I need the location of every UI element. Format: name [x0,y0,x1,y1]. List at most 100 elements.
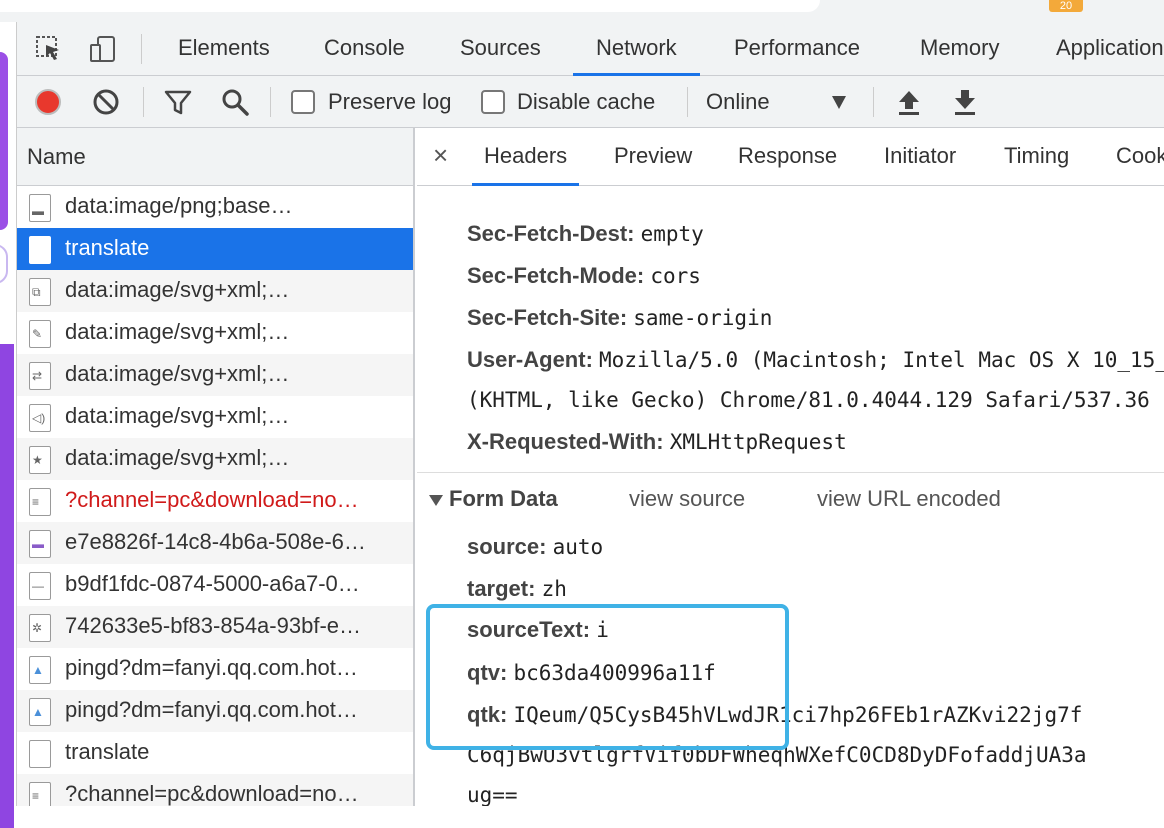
request-details-panel: × Headers Preview Response Initiator Tim… [417,128,1164,806]
speaker-icon: ◁) [29,404,51,432]
device-toolbar-icon[interactable] [89,35,117,63]
inspect-element-icon[interactable] [35,35,63,63]
form-field-value: i [596,618,609,642]
search-icon[interactable] [220,87,250,117]
clear-icon[interactable] [91,87,121,117]
request-row[interactable]: ▬ data:image/png;base… [17,186,413,228]
request-row[interactable]: ✎ data:image/svg+xml;… [17,312,413,354]
header-row: User-Agent: Mozilla/5.0 (Macintosh; Inte… [467,345,1164,375]
picture-icon: ▲ [29,698,51,726]
header-value: same-origin [633,306,773,330]
page-purple-panel [0,344,14,828]
header-value: empty [640,222,704,246]
header-row: X-Requested-With: XMLHttpRequest [467,427,847,457]
throttling-select[interactable]: Online [706,88,770,116]
request-row[interactable]: ▲ pingd?dm=fanyi.qq.com.hot… [17,690,413,732]
name-column-header[interactable]: Name [17,128,413,186]
request-row[interactable]: ≡ ?channel=pc&download=no… [17,774,413,806]
request-row[interactable]: — b9df1fdc-0874-5000-a6a7-0… [17,564,413,606]
details-tabbar: × Headers Preview Response Initiator Tim… [417,128,1164,186]
form-field-key: qtk: [467,702,508,727]
request-name: data:image/svg+xml;… [65,445,290,470]
devtools-main-tabbar: Elements Console Sources Network Perform… [17,22,1164,76]
form-field-value: bc63da400996a11f [513,661,716,685]
toolbar-separator [873,87,874,117]
page-purple-bar [0,52,8,230]
star-icon: ★ [29,446,51,474]
request-name: 742633e5-bf83-854a-93bf-e… [65,613,362,638]
record-icon[interactable] [33,87,63,117]
document-lines-icon: ≡ [29,488,51,516]
disable-cache-label[interactable]: Disable cache [517,88,655,116]
request-row[interactable]: ✲ 742633e5-bf83-854a-93bf-e… [17,606,413,648]
export-har-icon[interactable] [950,87,980,117]
toolbar-separator [687,87,688,117]
filter-icon[interactable] [163,87,193,117]
page-round-button[interactable] [0,244,8,284]
tab-headers[interactable]: Headers [472,128,580,186]
tab-memory[interactable]: Memory [920,22,999,76]
form-field-value-continuation: ug== [467,783,518,806]
header-value: XMLHttpRequest [669,430,847,454]
devtools-panel: Elements Console Sources Network Perform… [16,22,1164,806]
network-toolbar: Preserve log Disable cache Online [17,76,1164,128]
request-name: ?channel=pc&download=no… [65,487,359,512]
close-icon[interactable]: × [433,140,448,170]
request-row-error[interactable]: ≡ ?channel=pc&download=no… [17,480,413,522]
form-field-continuation: ug== [467,780,518,806]
tab-elements[interactable]: Elements [178,22,270,76]
toolbar-separator [270,87,271,117]
header-key: User-Agent: [467,347,593,372]
chevron-down-icon[interactable] [832,96,846,109]
preserve-log-checkbox[interactable] [291,90,315,114]
section-divider [417,472,1164,473]
image-icon: ▬ [29,530,51,558]
document-icon [29,740,51,768]
request-row[interactable]: ◁) data:image/svg+xml;… [17,396,413,438]
tab-initiator[interactable]: Initiator [884,128,956,186]
tab-sources[interactable]: Sources [460,22,541,76]
form-field-row: target: zh [467,574,567,604]
request-row-selected[interactable]: translate [17,228,413,270]
request-name: data:image/svg+xml;… [65,319,290,344]
header-row: Sec-Fetch-Site: same-origin [467,303,772,333]
request-row[interactable]: ▬ e7e8826f-14c8-4b6a-508e-6… [17,522,413,564]
header-row-continuation: (KHTML, like Gecko) Chrome/81.0.4044.129… [467,385,1150,415]
tab-cookies[interactable]: Cookies [1116,128,1164,186]
preserve-log-label[interactable]: Preserve log [328,88,452,116]
tab-performance[interactable]: Performance [734,22,860,76]
swap-icon: ⇄ [29,362,51,390]
tab-preview[interactable]: Preview [614,128,692,186]
request-name: translate [65,235,150,260]
request-list: ▬ data:image/png;base… translate ⧉ data:… [17,186,413,806]
document-icon [29,236,51,264]
form-field-key: source: [467,534,547,559]
header-row: Sec-Fetch-Mode: cors [467,261,701,291]
request-row[interactable]: ⧉ data:image/svg+xml;… [17,270,413,312]
tab-network[interactable]: Network [573,22,700,76]
request-name: data:image/svg+xml;… [65,277,290,302]
request-row[interactable]: translate [17,732,413,774]
triangle-down-icon [429,494,443,506]
request-row[interactable]: ⇄ data:image/svg+xml;… [17,354,413,396]
request-name: translate [65,739,150,764]
disable-cache-checkbox[interactable] [481,90,505,114]
tab-application[interactable]: Application [1056,22,1164,76]
view-source-link[interactable]: view source [629,484,745,514]
image-icon: ▬ [29,194,51,222]
request-row[interactable]: ★ data:image/svg+xml;… [17,438,413,480]
form-data-toggle[interactable]: Form Data [429,484,558,514]
tab-console[interactable]: Console [324,22,405,76]
request-name: b9df1fdc-0874-5000-a6a7-0… [65,571,360,596]
tab-response[interactable]: Response [738,128,837,186]
request-row[interactable]: ▲ pingd?dm=fanyi.qq.com.hot… [17,648,413,690]
form-field-value-continuation: C6qjBwU3vtlgrfVif0bDFWheqhWXefC0CD8DyDFo… [467,743,1087,767]
request-name: e7e8826f-14c8-4b6a-508e-6… [65,529,366,554]
tab-timing[interactable]: Timing [1004,128,1069,186]
view-url-encoded-link[interactable]: view URL encoded [817,484,1001,514]
import-har-icon[interactable] [894,87,924,117]
header-value-continuation: (KHTML, like Gecko) Chrome/81.0.4044.129… [467,388,1150,412]
form-field-row: qtk: IQeum/Q5CysB45hVLwdJR1ci7hp26FEb1rA… [467,700,1082,730]
request-name: ?channel=pc&download=no… [65,781,359,806]
browser-tab-edge [0,0,820,12]
